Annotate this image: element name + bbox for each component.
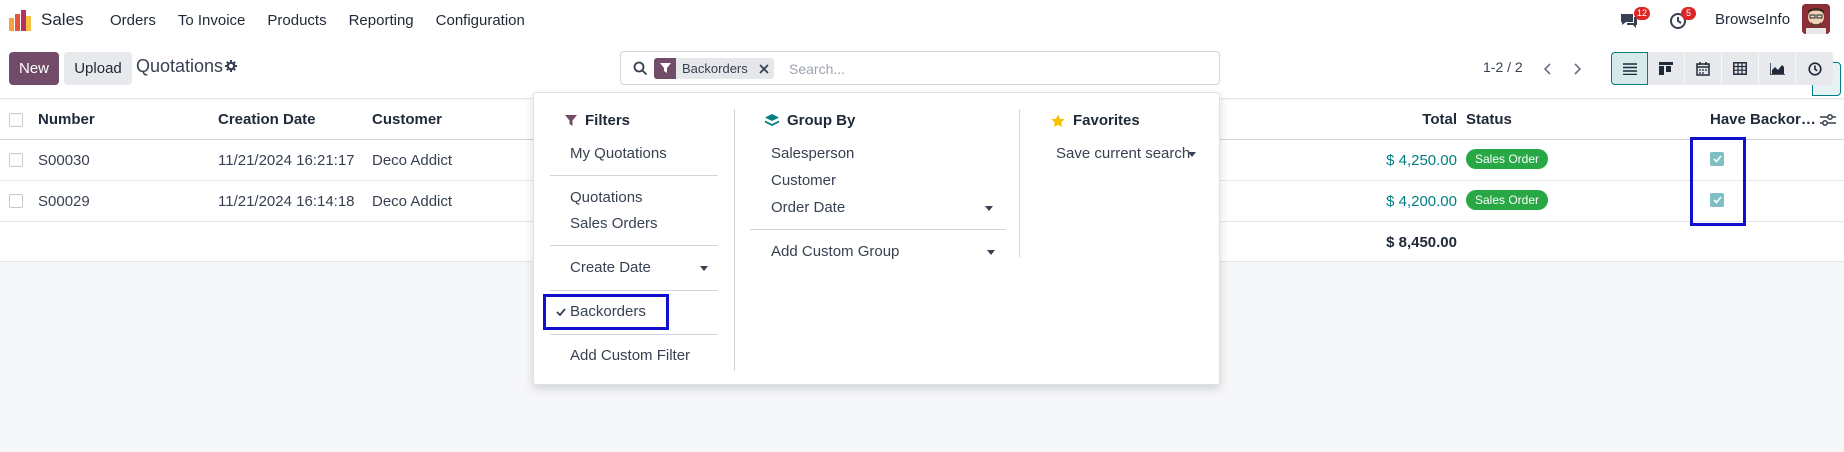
column-have-backorders[interactable]: Have Backor… xyxy=(1710,111,1816,128)
caret-down-icon[interactable] xyxy=(985,206,993,211)
search-icon xyxy=(633,61,648,76)
calendar-view-icon[interactable] xyxy=(1685,52,1722,85)
column-creation-date[interactable]: Creation Date xyxy=(218,111,316,128)
column-divider xyxy=(734,109,735,371)
activities-button[interactable] xyxy=(1669,0,1687,41)
row-number: S00029 xyxy=(38,193,90,210)
add-custom-filter[interactable]: Add Custom Filter xyxy=(570,347,690,364)
gear-icon[interactable] xyxy=(225,60,237,72)
divider xyxy=(550,245,718,246)
row-creation-date: 11/21/2024 16:14:18 xyxy=(218,193,355,210)
filters-title: Filters xyxy=(565,112,630,129)
upload-button[interactable]: Upload xyxy=(64,52,132,85)
menu-configuration[interactable]: Configuration xyxy=(425,0,536,41)
status-badge: Sales Order xyxy=(1466,190,1549,210)
search-facet-label: Backorders xyxy=(682,61,748,76)
filter-sales-orders[interactable]: Sales Orders xyxy=(570,215,658,232)
divider xyxy=(550,175,718,176)
search-bar[interactable]: Backorders xyxy=(620,51,1841,96)
add-custom-group[interactable]: Add Custom Group xyxy=(771,243,899,260)
company-switcher[interactable]: BrowseInfo xyxy=(1715,11,1790,28)
star-icon xyxy=(1051,114,1065,128)
new-button[interactable]: New xyxy=(9,52,59,85)
row-total: $ 4,200.00 xyxy=(1386,193,1457,210)
status-badge: Sales Order xyxy=(1466,149,1549,169)
row-total: $ 4,250.00 xyxy=(1386,152,1457,169)
view-switcher xyxy=(1611,52,1833,85)
filter-create-date[interactable]: Create Date xyxy=(570,259,651,276)
select-all-checkbox[interactable] xyxy=(9,113,23,127)
groupby-customer[interactable]: Customer xyxy=(771,172,836,189)
pager-previous-chevron-left-icon[interactable] xyxy=(1535,57,1559,81)
pivot-view-icon[interactable] xyxy=(1722,52,1759,85)
row-number: S00030 xyxy=(38,152,90,169)
kanban-view-icon[interactable] xyxy=(1648,52,1685,85)
messages-button[interactable] xyxy=(1619,0,1639,41)
menu-reporting[interactable]: Reporting xyxy=(338,0,425,41)
app-name[interactable]: Sales xyxy=(41,10,84,30)
graph-view-icon[interactable] xyxy=(1759,52,1796,85)
row-checkbox[interactable] xyxy=(9,194,23,208)
caret-down-icon[interactable] xyxy=(700,266,708,271)
divider xyxy=(550,290,718,291)
search-facet-backorders: Backorders xyxy=(654,58,774,79)
menu-to-invoice[interactable]: To Invoice xyxy=(167,0,257,41)
list-view-icon[interactable] xyxy=(1611,52,1648,85)
main-menu: Orders To Invoice Products Reporting Con… xyxy=(99,0,536,41)
favorites-title-label: Favorites xyxy=(1073,112,1140,129)
caret-down-icon[interactable] xyxy=(1188,152,1196,157)
favorites-title: Favorites xyxy=(1051,112,1140,129)
column-number[interactable]: Number xyxy=(38,111,95,128)
sum-total: $ 8,450.00 xyxy=(1386,234,1457,251)
column-customer[interactable]: Customer xyxy=(372,111,442,128)
pager-value[interactable]: 1-2 / 2 xyxy=(1483,59,1523,75)
column-divider xyxy=(1019,109,1020,257)
backorder-column-highlight xyxy=(1690,137,1746,226)
caret-down-icon[interactable] xyxy=(987,250,995,255)
activity-view-clock-icon[interactable] xyxy=(1796,52,1833,85)
save-current-search[interactable]: Save current search xyxy=(1056,145,1190,162)
search-input[interactable] xyxy=(789,58,1189,79)
layers-icon xyxy=(765,113,779,128)
search-options-dropdown: Filters My Quotations Quotations Sales O… xyxy=(533,92,1220,385)
backorders-filter-highlight xyxy=(543,294,669,330)
filter-quotations[interactable]: Quotations xyxy=(570,189,643,206)
remove-facet-close-icon[interactable] xyxy=(754,58,774,79)
messages-badge: 12 xyxy=(1634,7,1651,20)
row-customer: Deco Addict xyxy=(372,193,453,210)
pager-next-chevron-right-icon[interactable] xyxy=(1566,57,1590,81)
groupby-salesperson[interactable]: Salesperson xyxy=(771,145,854,162)
filter-icon xyxy=(565,114,577,127)
column-status[interactable]: Status xyxy=(1466,111,1512,128)
filters-title-label: Filters xyxy=(585,112,631,129)
activities-badge: 5 xyxy=(1681,7,1696,20)
groupby-order-date[interactable]: Order Date xyxy=(771,199,845,216)
groupby-title: Group By xyxy=(765,112,855,129)
menu-orders[interactable]: Orders xyxy=(99,0,167,41)
optional-columns-toggle-icon[interactable] xyxy=(1820,113,1836,127)
user-avatar[interactable] xyxy=(1802,4,1830,34)
row-creation-date: 11/21/2024 16:21:17 xyxy=(218,152,355,169)
row-customer: Deco Addict xyxy=(372,152,453,169)
filter-icon xyxy=(654,58,676,79)
column-total[interactable]: Total xyxy=(1415,111,1457,128)
top-navbar: Sales Orders To Invoice Products Reporti… xyxy=(0,0,1844,41)
row-checkbox[interactable] xyxy=(9,153,23,167)
menu-products[interactable]: Products xyxy=(256,0,337,41)
control-panel: New Upload Quotations Backorders 1-2 / 2 xyxy=(0,41,1844,99)
groupby-title-label: Group By xyxy=(787,112,856,129)
breadcrumb-title: Quotations xyxy=(136,56,224,76)
divider xyxy=(550,334,718,335)
sales-app-logo-icon[interactable] xyxy=(9,9,31,31)
divider xyxy=(750,229,1006,230)
filter-my-quotations[interactable]: My Quotations xyxy=(570,145,667,162)
